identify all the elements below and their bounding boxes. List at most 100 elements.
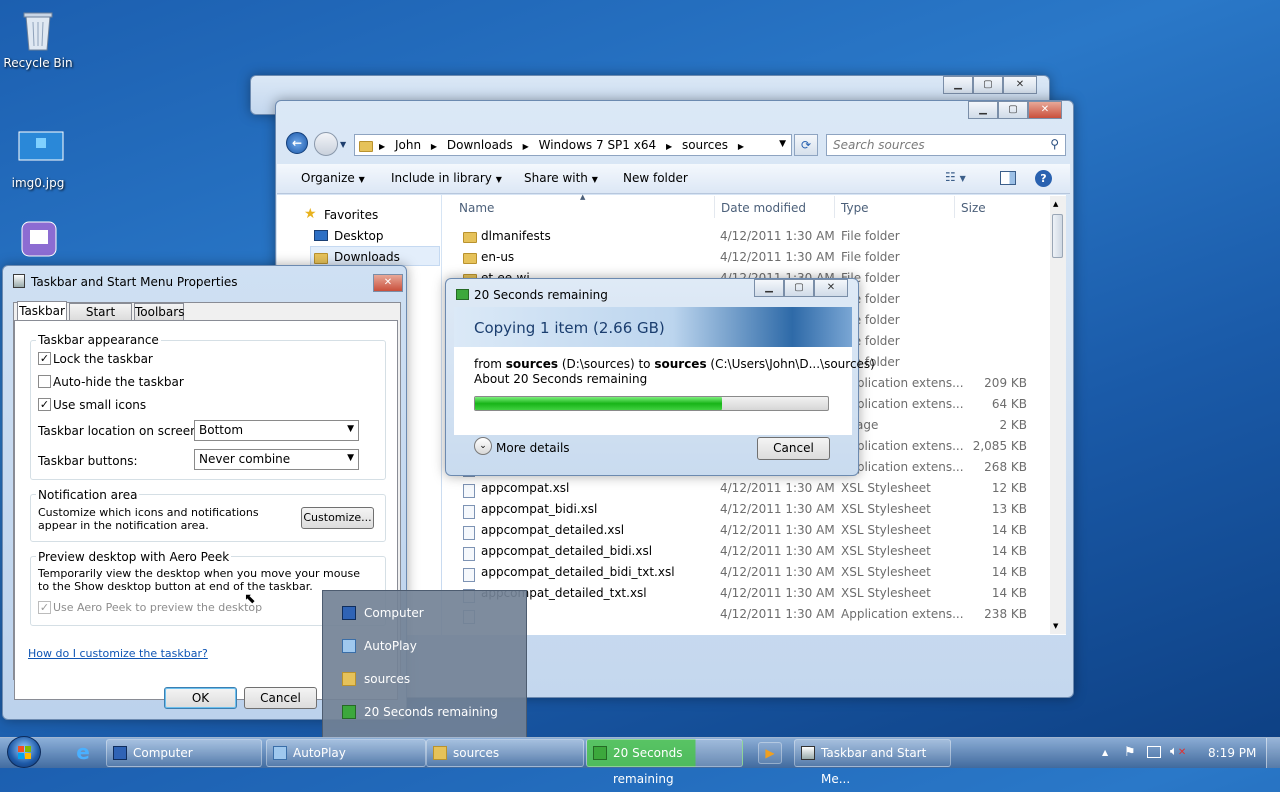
clock[interactable]: 8:19 PM bbox=[1208, 746, 1256, 760]
search-placeholder: Search sources bbox=[833, 138, 925, 152]
windows-logo-icon bbox=[18, 746, 31, 759]
table-row[interactable]: appcompat_detailed_bidi.xsl 4/12/2011 1:3… bbox=[455, 541, 1055, 562]
action-center-flag-icon[interactable]: ⚑ bbox=[1124, 745, 1136, 760]
nav-downloads[interactable]: Downloads bbox=[334, 250, 400, 264]
column-type[interactable]: Type bbox=[841, 201, 869, 215]
copy-cancel-button[interactable]: Cancel bbox=[757, 437, 830, 460]
table-row[interactable]: appcompat_bidi.xsl 4/12/2011 1:30 AM XSL S… bbox=[455, 499, 1055, 520]
maximize-button[interactable]: ▢ bbox=[784, 279, 814, 297]
network-icon[interactable] bbox=[1147, 746, 1161, 758]
more-details-link[interactable]: More details bbox=[496, 441, 570, 455]
share-label: Share with bbox=[524, 171, 588, 185]
chevron-down-icon[interactable]: ⌄ bbox=[474, 437, 492, 455]
small-icons-checkbox[interactable]: ✓ bbox=[38, 398, 51, 411]
scroll-up-icon[interactable]: ▲ bbox=[1053, 200, 1058, 208]
table-row[interactable]: appcompat_detailed_bidi_txt.xsl 4/12/2011… bbox=[455, 562, 1055, 583]
vertical-scrollbar[interactable]: ▲ ▼ bbox=[1050, 196, 1066, 634]
close-button[interactable]: ✕ bbox=[1003, 76, 1037, 94]
include-in-library-button[interactable]: Include in library ▼ bbox=[391, 171, 502, 185]
taskbar-item-copy[interactable]: 20 Seconds remaining bbox=[586, 739, 743, 786]
help-link[interactable]: How do I customize the taskbar? bbox=[28, 647, 208, 660]
table-row[interactable]: 4/12/2011 1:30 AM Application extens... 23… bbox=[455, 604, 1055, 625]
table-row[interactable]: appcompat.xsl 4/12/2011 1:30 AM XSL Styles… bbox=[455, 478, 1055, 499]
close-button[interactable]: ✕ bbox=[1028, 101, 1062, 119]
column-date[interactable]: Date modified bbox=[721, 201, 806, 215]
internet-explorer-icon[interactable]: e bbox=[70, 740, 96, 766]
table-row[interactable]: dlmanifests 4/12/2011 1:30 AM File folder bbox=[455, 226, 1055, 247]
copy-icon bbox=[593, 746, 607, 760]
buttons-select[interactable]: Never combine ▼ bbox=[194, 449, 359, 470]
breadcrumb-windows7[interactable]: Windows 7 SP1 x64 bbox=[539, 138, 657, 152]
folder-icon bbox=[342, 672, 356, 686]
lock-taskbar-checkbox[interactable]: ✓ bbox=[38, 352, 51, 365]
menu-item-copy[interactable]: 20 Seconds remaining bbox=[340, 700, 510, 724]
maximize-button[interactable]: ▢ bbox=[998, 101, 1028, 119]
cancel-button[interactable]: Cancel bbox=[244, 687, 317, 709]
location-select[interactable]: Bottom ▼ bbox=[194, 420, 359, 441]
taskbar-item-autoplay[interactable]: AutoPlay bbox=[266, 739, 426, 767]
column-name[interactable]: Name bbox=[459, 201, 494, 215]
cell-size: 14 KB bbox=[991, 565, 1027, 579]
table-row[interactable]: appcompat_detailed_txt.xsl 4/12/2011 1:30… bbox=[455, 583, 1055, 604]
nav-favorites[interactable]: Favorites bbox=[324, 208, 378, 222]
organize-button[interactable]: Organize ▼ bbox=[301, 171, 365, 185]
close-button[interactable]: ✕ bbox=[814, 279, 848, 297]
minimize-button[interactable]: ▁ bbox=[968, 101, 998, 119]
cell-size: 14 KB bbox=[991, 586, 1027, 600]
desktop-icon-recycle-bin[interactable]: Recycle Bin bbox=[0, 8, 76, 70]
breadcrumb-sources[interactable]: sources bbox=[682, 138, 728, 152]
minimize-button[interactable]: ▁ bbox=[943, 76, 973, 94]
tab-taskbar[interactable]: Taskbar bbox=[17, 301, 67, 321]
tab-toolbars[interactable]: Toolbars bbox=[134, 303, 184, 321]
menu-item-computer[interactable]: Computer bbox=[340, 601, 510, 625]
breadcrumb-john[interactable]: John bbox=[395, 138, 421, 152]
minimize-button[interactable]: ▁ bbox=[754, 279, 784, 297]
column-size[interactable]: Size bbox=[961, 201, 986, 215]
autoplay-icon bbox=[342, 639, 356, 653]
scroll-thumb[interactable] bbox=[1052, 214, 1063, 258]
autohide-checkbox[interactable] bbox=[38, 375, 51, 388]
taskbar-item-sources[interactable]: sources bbox=[426, 739, 584, 767]
scroll-down-icon[interactable]: ▼ bbox=[1053, 622, 1058, 630]
tab-start-menu[interactable]: Start Menu bbox=[69, 303, 132, 335]
start-button[interactable] bbox=[7, 736, 41, 768]
breadcrumb-downloads[interactable]: Downloads bbox=[447, 138, 513, 152]
menu-item-sources[interactable]: sources bbox=[340, 667, 510, 691]
ok-button[interactable]: OK bbox=[164, 687, 237, 709]
show-hidden-icons-icon[interactable]: ▲ bbox=[1102, 748, 1108, 757]
taskbar-item-properties[interactable]: Taskbar and Start Me... bbox=[794, 739, 951, 786]
taskbar-item-computer[interactable]: Computer bbox=[106, 739, 262, 767]
copy-dialog[interactable]: 20 Seconds remaining ▁ ▢ ✕ Copying 1 ite… bbox=[445, 278, 875, 476]
refresh-button[interactable]: ⟳ bbox=[794, 134, 818, 156]
table-row[interactable]: appcompat_detailed.xsl 4/12/2011 1:30 AM X… bbox=[455, 520, 1055, 541]
volume-muted-icon[interactable]: 🔈︎✕ bbox=[1170, 744, 1186, 759]
customize-button[interactable]: Customize... bbox=[301, 507, 374, 529]
include-label: Include in library bbox=[391, 171, 492, 185]
search-input[interactable]: Search sources ⚲ bbox=[826, 134, 1066, 156]
share-with-button[interactable]: Share with ▼ bbox=[524, 171, 598, 185]
menu-item-autoplay[interactable]: AutoPlay bbox=[340, 634, 510, 658]
nav-desktop[interactable]: Desktop bbox=[334, 229, 384, 243]
copy-heading: Copying 1 item (2.66 GB) bbox=[474, 319, 665, 337]
recent-pages-icon[interactable]: ▼ bbox=[340, 140, 346, 149]
views-icon[interactable]: ☷ ▼ bbox=[945, 170, 966, 184]
address-dropdown-icon[interactable]: ▼ bbox=[779, 139, 786, 149]
new-folder-button[interactable]: New folder bbox=[623, 171, 688, 185]
media-player-icon[interactable]: ▶ bbox=[758, 742, 782, 764]
desktop-icon-shortcut[interactable] bbox=[0, 220, 76, 268]
desktop-icon-img0[interactable]: img0.jpg bbox=[0, 128, 76, 190]
address-bar[interactable]: ▶ John ▶ Downloads ▶ Windows 7 SP1 x64 ▶… bbox=[354, 134, 792, 156]
menu-item-label: Computer bbox=[364, 606, 424, 620]
help-icon[interactable]: ? bbox=[1035, 170, 1052, 187]
maximize-button[interactable]: ▢ bbox=[973, 76, 1003, 94]
preview-pane-icon[interactable] bbox=[1000, 171, 1016, 185]
show-desktop-button[interactable] bbox=[1266, 738, 1280, 768]
aero-peek-checkbox[interactable]: ✓ bbox=[38, 601, 51, 614]
back-button[interactable]: ← bbox=[286, 132, 308, 154]
table-row[interactable]: en-us 4/12/2011 1:30 AM File folder bbox=[455, 247, 1055, 268]
cell-type: File folder bbox=[841, 250, 900, 264]
cell-type: Application extens... bbox=[841, 376, 964, 390]
close-button[interactable]: ✕ bbox=[373, 274, 403, 292]
copy-icon bbox=[456, 289, 469, 300]
forward-button[interactable] bbox=[314, 132, 338, 156]
